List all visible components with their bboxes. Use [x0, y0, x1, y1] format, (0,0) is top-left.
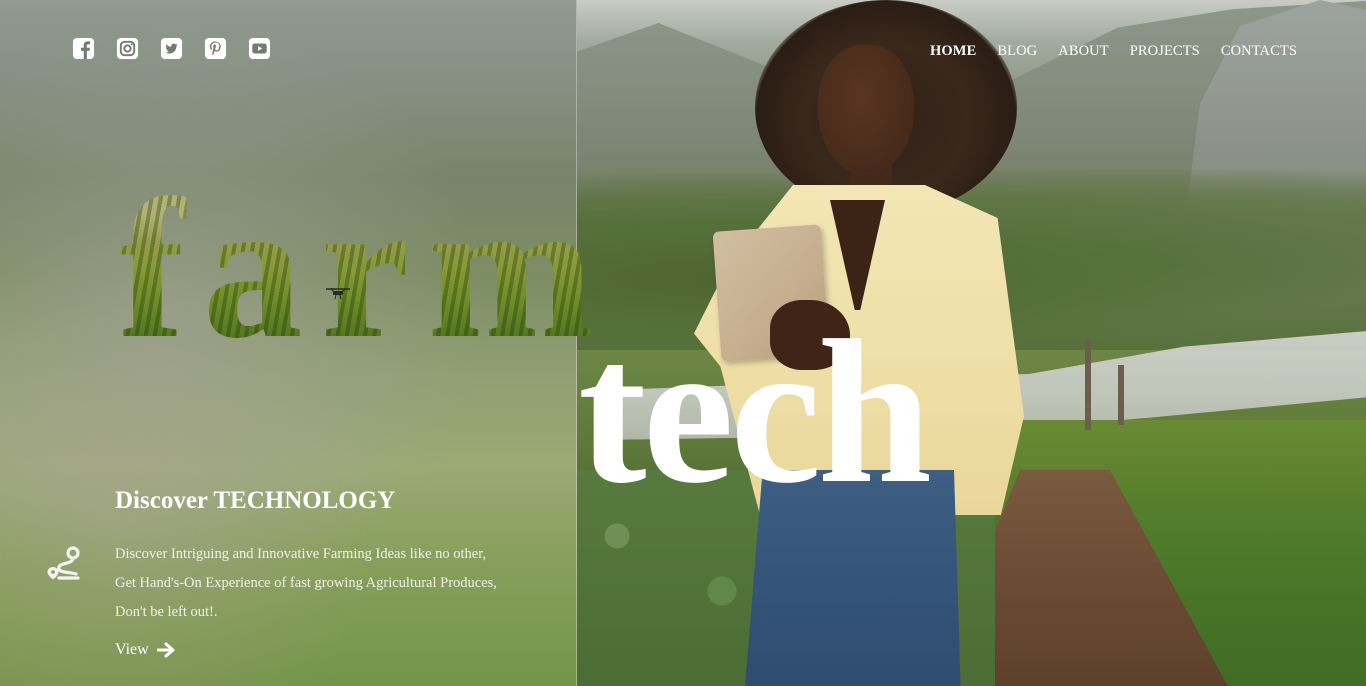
nav-item-contacts[interactable]: CONTACTS	[1221, 43, 1297, 60]
hero-word-farm: farm	[118, 159, 612, 380]
route-icon	[47, 546, 80, 580]
youtube-icon[interactable]	[248, 37, 271, 60]
nav-item-blog[interactable]: BLOG	[997, 43, 1037, 60]
social-links	[72, 37, 271, 60]
fence-post	[1118, 365, 1124, 425]
arrow-right-icon	[156, 642, 175, 658]
description-line: Get Hand's-On Experience of fast growing…	[115, 575, 497, 591]
description-line: Don't be left out!.	[115, 604, 218, 620]
fence-post	[1085, 340, 1091, 430]
hero-word-tech: tech	[578, 297, 932, 526]
nav-item-about[interactable]: ABOUT	[1058, 43, 1108, 60]
view-label: View	[115, 641, 149, 658]
facebook-icon[interactable]	[72, 37, 95, 60]
view-link[interactable]: View	[115, 641, 175, 659]
section-heading: Discover TECHNOLOGY	[115, 487, 396, 514]
nav-item-projects[interactable]: PROJECTS	[1130, 43, 1200, 60]
description-line: Discover Intriguing and Innovative Farmi…	[115, 546, 487, 562]
drone-icon	[326, 288, 350, 300]
section-description: Discover Intriguing and Innovative Farmi…	[115, 540, 545, 627]
pinterest-icon[interactable]	[204, 37, 227, 60]
nav-item-home[interactable]: HOME	[930, 43, 976, 60]
main-nav: HOME BLOG ABOUT PROJECTS CONTACTS	[930, 43, 1297, 60]
face	[818, 45, 914, 175]
twitter-icon[interactable]	[160, 37, 183, 60]
instagram-icon[interactable]	[116, 37, 139, 60]
